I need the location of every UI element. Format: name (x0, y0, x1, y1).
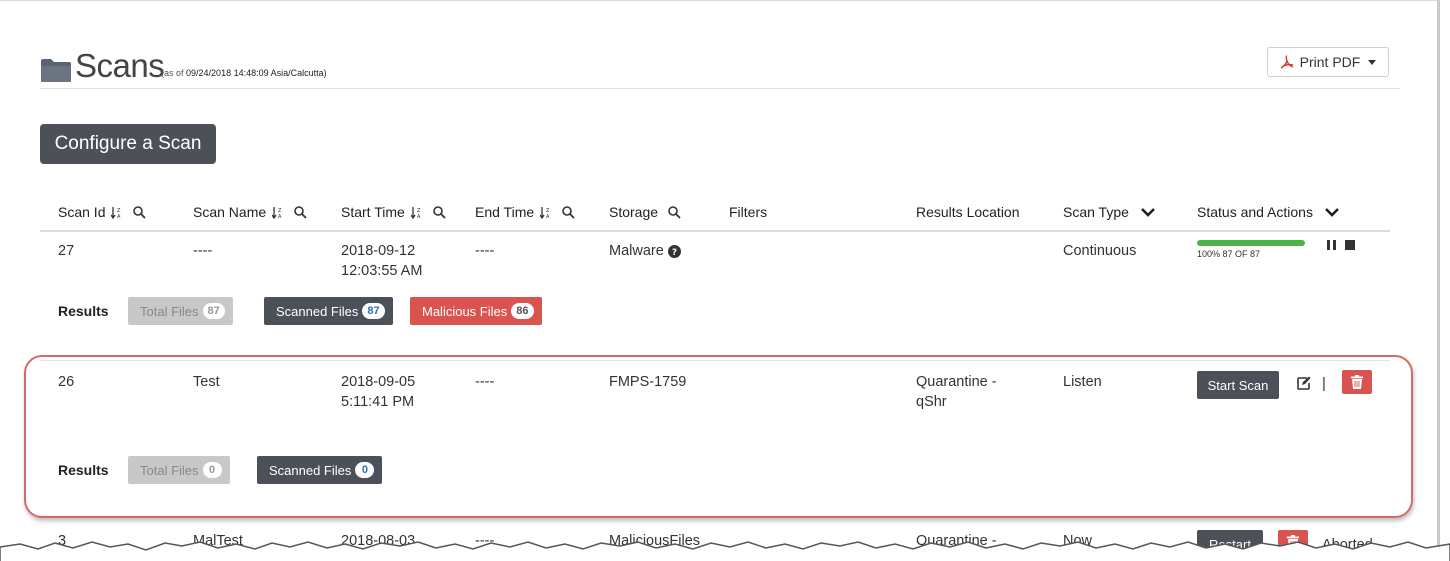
row-26-results-location-2: qShr (916, 394, 947, 410)
column-results-location: Results Location (916, 204, 1020, 220)
trash-icon (1351, 375, 1363, 389)
edit-icon[interactable] (1297, 376, 1311, 390)
row-26-scanned-files[interactable]: Scanned Files 0 (257, 456, 383, 484)
search-icon[interactable] (294, 205, 307, 219)
chevron-down-icon[interactable] (1140, 207, 1155, 217)
column-status-actions[interactable]: Status and Actions (1197, 204, 1339, 220)
row-26-id: 26 (58, 374, 75, 390)
column-filters: Filters (729, 204, 767, 220)
row-27-start-clock: 12:03:55 AM (341, 263, 423, 279)
scanned-files-label: Scanned Files (269, 462, 352, 478)
column-start-time: Start Time ZA (341, 204, 446, 220)
malicious-files-label: Malicious Files (422, 303, 508, 319)
malicious-files-count: 86 (511, 303, 534, 319)
total-files-label: Total Files (140, 462, 199, 478)
pause-icon[interactable] (1327, 240, 1336, 250)
row-26-storage: FMPS-1759 (609, 374, 687, 390)
folder-icon (41, 59, 71, 82)
row-26-end: ---- (475, 374, 495, 390)
print-pdf-label: Print PDF (1299, 54, 1361, 70)
start-scan-button[interactable]: Start Scan (1197, 371, 1279, 399)
header-divider (40, 230, 1390, 232)
row-27-start-date: 2018-09-12 (341, 243, 416, 259)
row-26-start-date: 2018-09-05 (341, 374, 416, 390)
scanned-files-label: Scanned Files (276, 303, 359, 319)
search-icon[interactable] (133, 205, 147, 219)
configure-scan-button[interactable]: Configure a Scan (40, 124, 216, 164)
page-title: Scans (75, 47, 165, 84)
row-26-total-files[interactable]: Total Files 0 (128, 456, 230, 484)
column-scan-name-label: Scan Name (193, 204, 267, 220)
row-27-storage: Malware ? (609, 241, 681, 261)
column-end-time: End Time ZA (475, 204, 575, 220)
delete-scan-button[interactable] (1342, 370, 1372, 394)
svg-text:A: A (417, 214, 421, 219)
column-results-location-label: Results Location (916, 204, 1020, 220)
row-26-results-label: Results (58, 462, 109, 478)
page-header: Scans (as of 09/24/2018 14:48:09 Asia/Ca… (40, 47, 1400, 89)
scans-page: Scans (as of 09/24/2018 14:48:09 Asia/Ca… (0, 0, 1450, 561)
column-scan-id-label: Scan Id (58, 204, 106, 220)
search-icon[interactable] (668, 205, 681, 219)
as-of-prefix: (as of (161, 68, 184, 78)
search-icon[interactable] (562, 205, 575, 219)
svg-text:A: A (546, 214, 550, 219)
question-circle-icon[interactable]: ? (667, 244, 681, 258)
as-of-value: 09/24/2018 14:48:09 Asia/Calcutta) (186, 68, 327, 78)
sort-alpha-icon[interactable]: ZA (111, 206, 123, 219)
scanned-files-count: 0 (355, 462, 375, 478)
row-27-name: ---- (193, 243, 213, 259)
pdf-icon (1280, 55, 1293, 69)
row-27-storage-label: Malware (609, 243, 664, 259)
sort-alpha-icon[interactable]: ZA (410, 206, 423, 219)
row-27-results-label: Results (58, 303, 109, 319)
column-scan-type[interactable]: Scan Type (1063, 204, 1155, 220)
row-27-end: ---- (475, 243, 495, 259)
row-26-scan-type: Listen (1063, 374, 1102, 390)
action-separator: | (1322, 375, 1326, 392)
column-start-time-label: Start Time (341, 204, 405, 220)
search-icon[interactable] (432, 205, 446, 219)
print-pdf-button[interactable]: Print PDF (1267, 47, 1389, 77)
row-27-scan-type: Continuous (1063, 243, 1137, 259)
column-scan-name: Scan Name ZA (193, 204, 307, 220)
total-files-count: 0 (202, 462, 222, 478)
column-end-time-label: End Time (475, 204, 535, 220)
column-storage: Storage (609, 204, 681, 220)
svg-text:?: ? (672, 248, 677, 258)
scanned-files-count: 87 (362, 303, 385, 319)
column-storage-label: Storage (609, 204, 659, 220)
total-files-label: Total Files (140, 303, 199, 319)
sort-alpha-icon[interactable]: ZA (272, 206, 284, 219)
row-26-start-clock: 5:11:41 PM (341, 394, 415, 410)
chevron-down-icon[interactable] (1325, 207, 1339, 217)
column-status-actions-label: Status and Actions (1197, 204, 1313, 220)
total-files-count: 87 (202, 303, 225, 319)
row-27-malicious-files[interactable]: Malicious Files 86 (410, 297, 542, 325)
as-of-timestamp: (as of 09/24/2018 14:48:09 Asia/Calcutta… (161, 68, 327, 78)
row-27-scanned-files[interactable]: Scanned Files 87 (264, 297, 393, 325)
row-26-results-location-1: Quarantine - (916, 374, 997, 390)
svg-text:A: A (278, 214, 282, 219)
row-27-id: 27 (58, 243, 75, 259)
row-27-total-files[interactable]: Total Files 87 (128, 297, 233, 325)
row-27-progress-bar (1197, 240, 1305, 246)
column-scan-id: Scan Id ZA (58, 204, 147, 220)
row-26-name: Test (193, 374, 220, 390)
caret-down-icon (1368, 59, 1377, 65)
stop-icon[interactable] (1345, 240, 1355, 250)
row-27-progress-text: 100% 87 OF 87 (1197, 249, 1261, 259)
column-scan-type-label: Scan Type (1063, 204, 1129, 220)
svg-text:A: A (117, 214, 121, 219)
torn-edge-decoration (0, 541, 1450, 561)
column-filters-label: Filters (729, 204, 768, 220)
sort-alpha-icon[interactable]: ZA (540, 206, 552, 219)
progress-fill (1197, 240, 1305, 246)
